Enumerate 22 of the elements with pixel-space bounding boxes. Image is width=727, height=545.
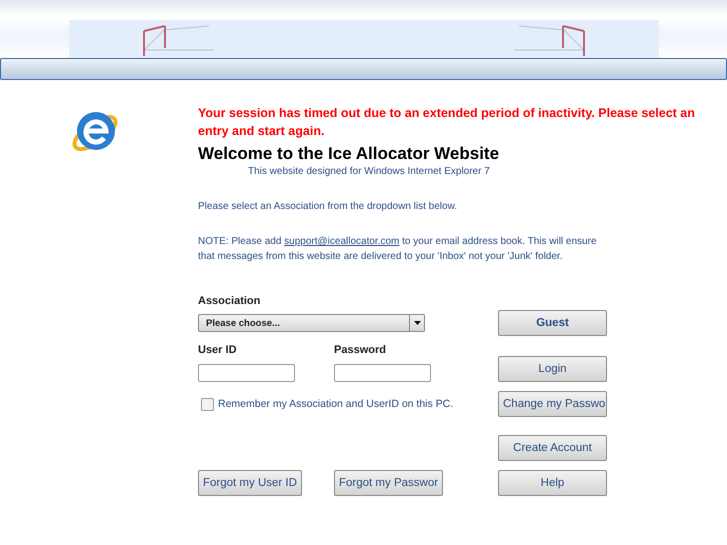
forgot-button[interactable]: Forgot my User ID <box>198 470 302 496</box>
remember-checkbox[interactable] <box>201 398 214 410</box>
user-id-field[interactable] <box>198 364 295 382</box>
welcome-title: Welcome to the Ice Allocator Website <box>198 144 500 164</box>
side-button[interactable]: Help <box>498 470 607 496</box>
forgot-button[interactable]: Forgot my Passwor <box>334 470 444 496</box>
email-note: NOTE: Please add support@iceallocator.com to your email address book. This will ensure that messages from this website are delivered to your 'Inbox' not your 'Junk' folder. <box>198 235 598 264</box>
side-button[interactable]: Login <box>498 356 607 382</box>
side-button[interactable]: Change my Passwo <box>498 391 607 417</box>
session-timeout-message: Your session has timed out due to an extended period of inactivity. Please select an entry and start again. <box>198 105 696 140</box>
instruction-text: Please select an Association from the dropdown list below. <box>198 200 458 214</box>
association-dropdown[interactable]: Please choose... <box>198 314 425 332</box>
caret-icon <box>414 321 420 325</box>
browser-note: This website designed for Windows Internet Explorer 7 <box>248 166 491 177</box>
password-label: Password <box>334 344 386 356</box>
user-id-label: User ID <box>198 344 237 356</box>
side-button[interactable]: Create Account <box>498 435 607 461</box>
email-link[interactable]: support@iceallocator.com <box>284 236 400 247</box>
password-field[interactable] <box>334 364 431 382</box>
remember-label: Remember my Association and UserID on this PC. <box>218 398 454 410</box>
association-label: Association <box>198 295 260 307</box>
side-button[interactable]: Guest <box>498 310 607 336</box>
